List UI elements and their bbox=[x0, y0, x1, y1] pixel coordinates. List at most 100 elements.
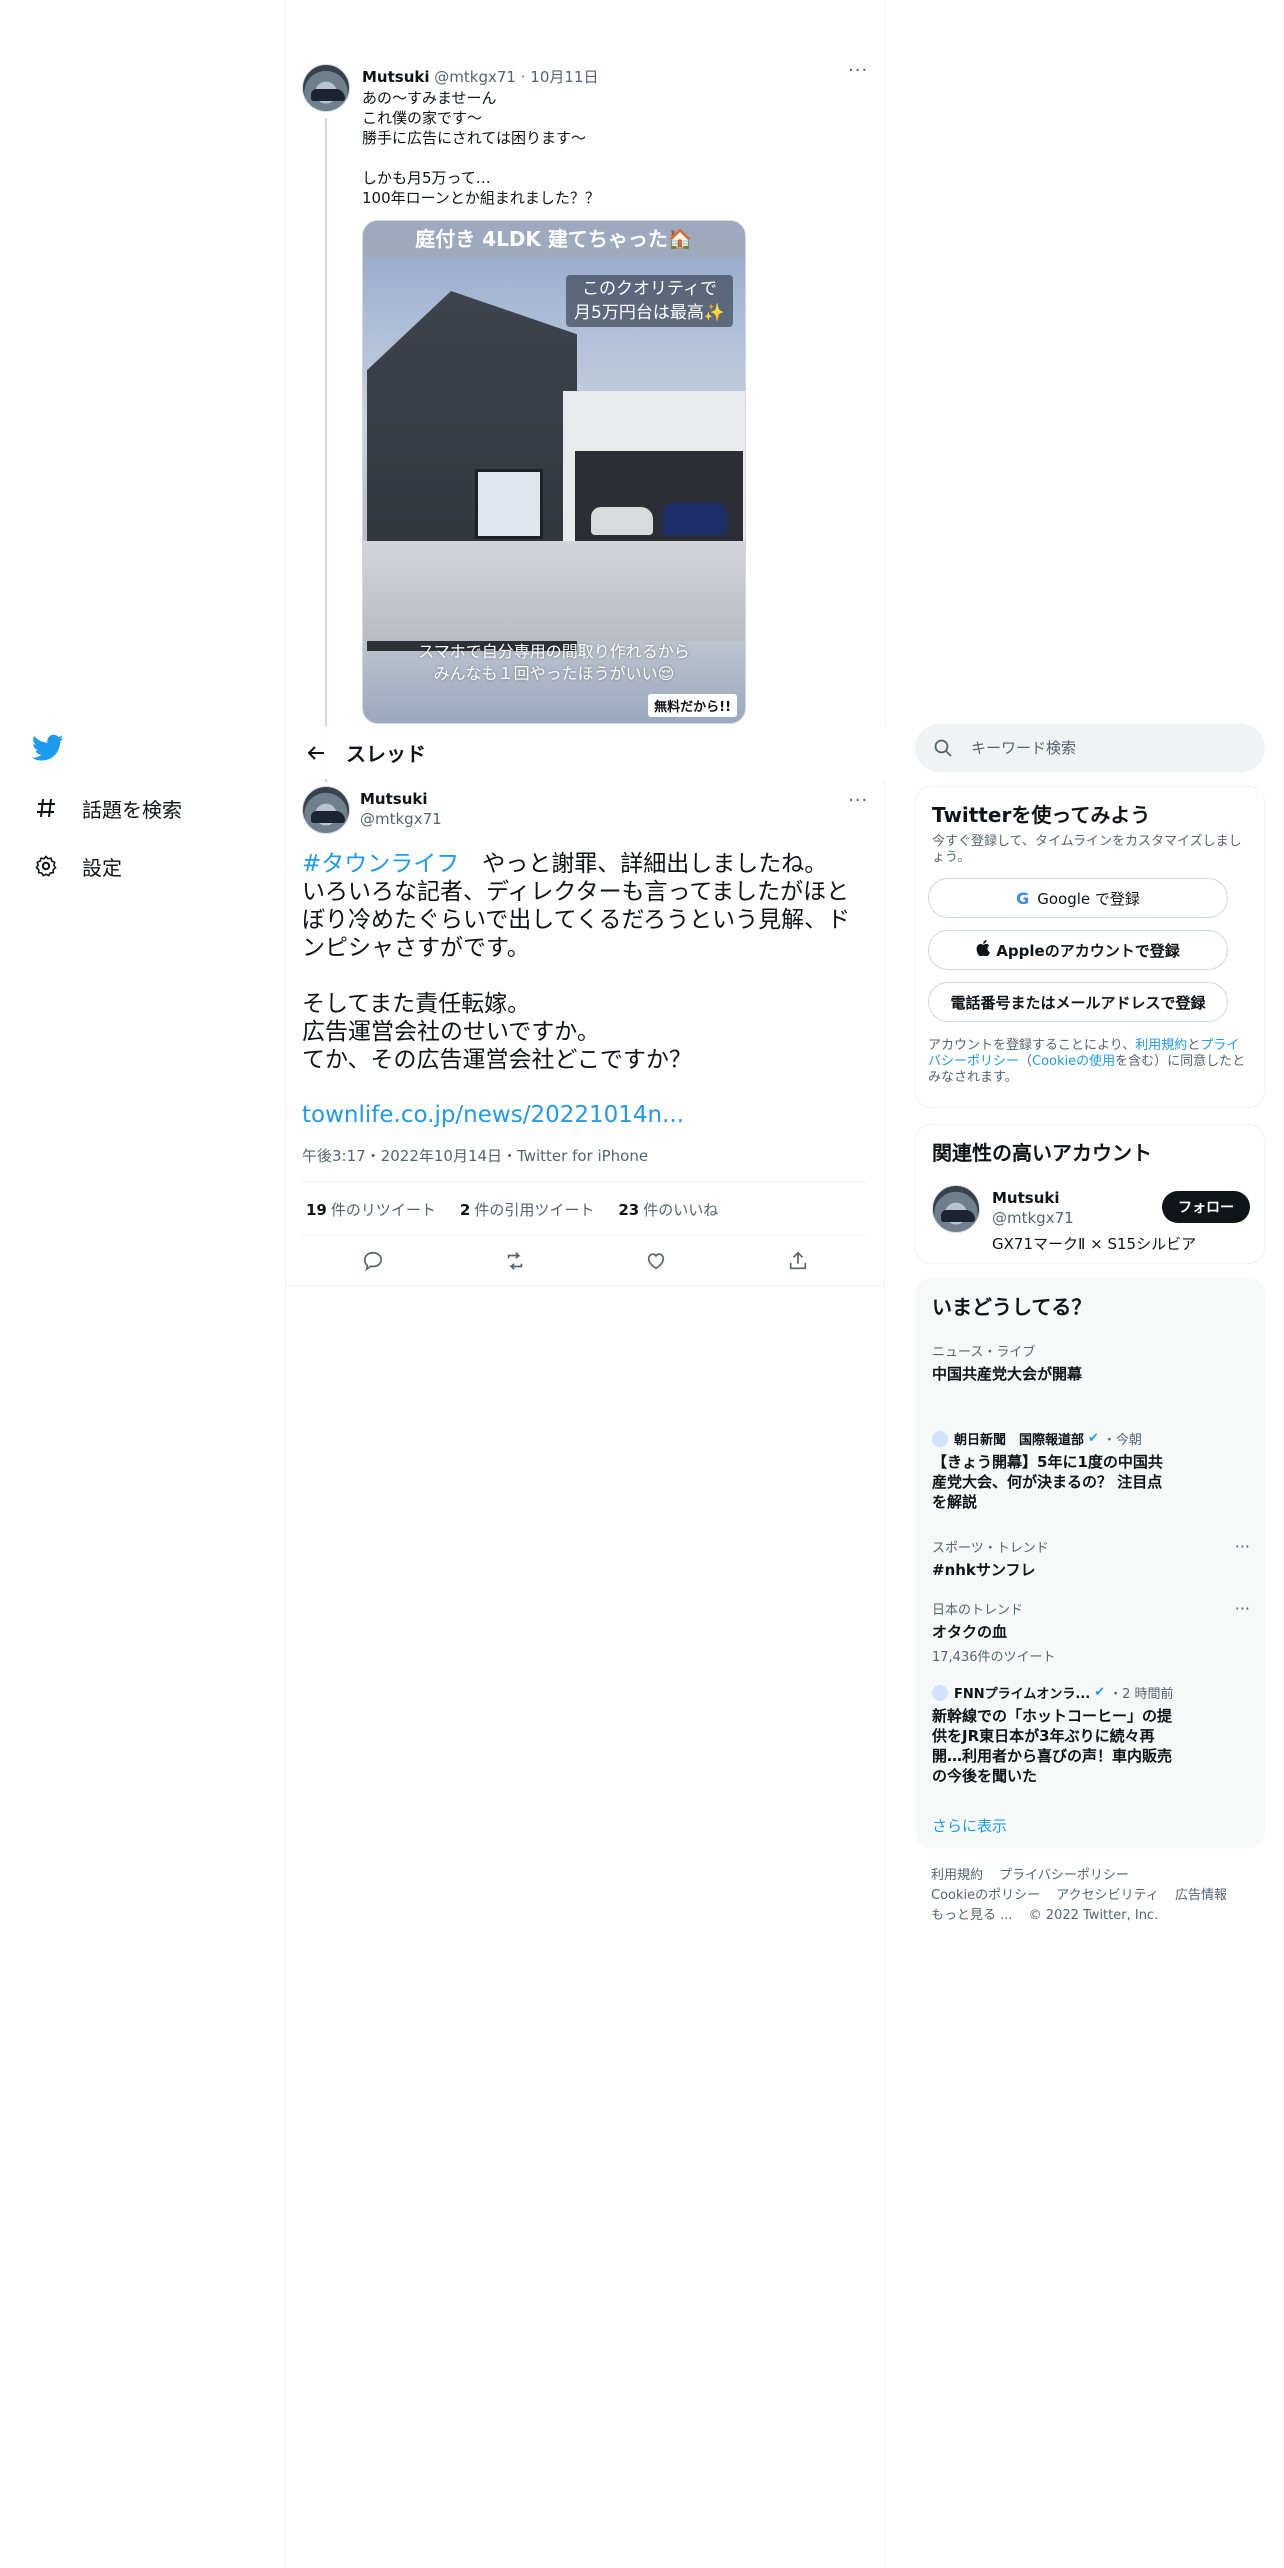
share-icon[interactable] bbox=[780, 1243, 816, 1279]
avatar[interactable] bbox=[302, 786, 350, 834]
related-account-handle[interactable]: @mtkgx71 bbox=[992, 1209, 1074, 1227]
signup-card: Twitterを使ってみよう 今すぐ登録して、タイムラインをカスタマイズしましょ… bbox=[915, 786, 1265, 1108]
avatar[interactable] bbox=[302, 64, 350, 112]
more-options-icon[interactable]: ··· bbox=[848, 60, 868, 81]
trend-more-icon[interactable]: ··· bbox=[1235, 1599, 1250, 1618]
like-icon[interactable] bbox=[638, 1243, 674, 1279]
author-name[interactable]: Mutsuki bbox=[362, 68, 430, 86]
search-input[interactable] bbox=[971, 739, 1231, 757]
avatar[interactable] bbox=[932, 1185, 980, 1233]
author-handle[interactable]: @mtkgx71 bbox=[434, 68, 516, 86]
related-accounts-card: 関連性の高いアカウント Mutsuki @mtkgx71 GX71マークⅡ × … bbox=[915, 1124, 1265, 1264]
tweet-body: やっと謝罪、詳細出しましたね。 いろいろな記者、ディレクターも言ってましたがほと… bbox=[302, 851, 851, 1073]
author-handle[interactable]: @mtkgx71 bbox=[360, 810, 442, 828]
trend-title: 中国共産党大会が開幕 bbox=[932, 1365, 1083, 1383]
trend-tweet-count: 17,436件のツイート bbox=[932, 1650, 1056, 1665]
reply-icon[interactable] bbox=[355, 1243, 391, 1279]
trend-context: 日本のトレンド bbox=[932, 1603, 1024, 1618]
cookie-link[interactable]: Cookieの使用 bbox=[1032, 1054, 1115, 1069]
image-badge: 無料だから!! bbox=[648, 694, 737, 717]
tweet-image[interactable]: 庭付き 4LDK 建てちゃった🏠 このクオリティで 月5万円台は最高✨ スマホで… bbox=[362, 220, 746, 724]
phone-email-signup-button[interactable]: 電話番号またはメールアドレスで登録 bbox=[928, 982, 1228, 1022]
news-source-logo-icon bbox=[932, 1684, 948, 1701]
trend-title: #nhkサンフレ bbox=[932, 1561, 1036, 1579]
nav-explore-label: 話題を検索 bbox=[82, 797, 182, 822]
related-account-bio: GX71マークⅡ × S15シルビア bbox=[992, 1235, 1197, 1253]
show-more-link[interactable]: さらに表示 bbox=[932, 1815, 1007, 1836]
thread-header: スレッド bbox=[286, 726, 885, 779]
car-silver bbox=[591, 507, 653, 535]
back-arrow-icon[interactable] bbox=[288, 726, 344, 779]
follow-button[interactable]: フォロー bbox=[1162, 1191, 1250, 1223]
sidebar-footer: 利用規約 プライバシーポリシー Cookieのポリシー アクセシビリティ 広告情… bbox=[931, 1866, 1261, 1926]
thread-connector-line bbox=[325, 118, 327, 782]
hashtag-link[interactable]: #タウンライフ bbox=[302, 851, 459, 877]
news-source-name: FNNプライムオンラ... bbox=[954, 1687, 1091, 1702]
tweet-date[interactable]: 10月11日 bbox=[530, 68, 598, 86]
garage-interior bbox=[575, 451, 743, 551]
news-source: FNNプライムオンラ... ✔ ・2 時間前 bbox=[932, 1683, 1250, 1702]
related-account-row[interactable]: Mutsuki @mtkgx71 GX71マークⅡ × S15シルビア フォロー bbox=[932, 1185, 1250, 1255]
related-title: 関連性の高いアカウント bbox=[932, 1141, 1152, 1165]
search-icon bbox=[933, 738, 953, 758]
driveway bbox=[363, 541, 745, 641]
footer-more-link[interactable]: もっと見る ... bbox=[931, 1908, 1013, 1923]
page-title: スレッド bbox=[346, 742, 426, 766]
trend-item[interactable]: 日本のトレンド オタクの血 17,436件のツイート ··· bbox=[932, 1599, 1250, 1665]
verified-badge-icon: ✔ bbox=[1088, 1431, 1099, 1446]
image-caption-top: このクオリティで 月5万円台は最高✨ bbox=[566, 275, 733, 327]
tweet-text: あの〜すみませーん これ僕の家です〜 勝手に広告にされては困ります〜 しかも月5… bbox=[362, 89, 600, 207]
main-column: Mutsuki @mtkgx71 · 10月11日 ··· あの〜すみませーん … bbox=[286, 0, 885, 2568]
verified-badge-icon: ✔ bbox=[1094, 1685, 1106, 1700]
nav-settings[interactable]: 設定 bbox=[32, 846, 122, 886]
search-bar[interactable] bbox=[915, 724, 1265, 772]
retweet-count[interactable]: 19 件のリツイート bbox=[306, 1199, 436, 1220]
retweet-icon[interactable] bbox=[497, 1243, 533, 1279]
external-link[interactable]: townlife.co.jp/news/20221014n... bbox=[302, 1102, 684, 1128]
copyright: © 2022 Twitter, Inc. bbox=[1028, 1908, 1159, 1923]
apple-signup-button[interactable]: Appleのアカウントで登録 bbox=[928, 930, 1228, 970]
related-account-name[interactable]: Mutsuki bbox=[992, 1189, 1060, 1207]
tweet-actions bbox=[302, 1236, 869, 1286]
footer-link-privacy[interactable]: プライバシーポリシー bbox=[999, 1868, 1129, 1883]
news-item[interactable]: 朝日新聞 国際報道部 ✔ ・今朝 【きょう開幕】5年に1度の中国共産党大会、何が… bbox=[932, 1429, 1250, 1512]
signup-title: Twitterを使ってみよう bbox=[932, 803, 1151, 827]
car-blue bbox=[663, 503, 727, 535]
tweet-timestamp[interactable]: 午後3:17・2022年10月14日・Twitter for iPhone bbox=[302, 1145, 648, 1166]
hashtag-icon bbox=[32, 794, 60, 822]
footer-link-ads[interactable]: 広告情報 bbox=[1175, 1888, 1227, 1903]
like-count[interactable]: 23 件のいいね bbox=[618, 1199, 718, 1220]
footer-link-terms[interactable]: 利用規約 bbox=[931, 1868, 983, 1883]
footer-link-cookies[interactable]: Cookieのポリシー bbox=[931, 1888, 1040, 1903]
news-time: ・今朝 bbox=[1102, 1433, 1142, 1448]
tweet-text: #タウンライフ やっと謝罪、詳細出しましたね。 いろいろな記者、ディレクターも言… bbox=[302, 850, 869, 1074]
nav-settings-label: 設定 bbox=[82, 855, 122, 880]
image-caption-bottom: スマホで自分専用の間取り作れるから みんなも１回やったほうがいい😌 bbox=[418, 642, 690, 683]
trends-card: いまどうしてる？ ニュース・ライブ 中国共産党大会が開幕 朝日新聞 国際報道部 … bbox=[915, 1278, 1265, 1848]
news-source-name: 朝日新聞 国際報道部 bbox=[954, 1433, 1085, 1448]
trend-context: スポーツ・トレンド bbox=[932, 1541, 1049, 1556]
window-shape bbox=[475, 469, 543, 539]
twitter-logo-icon[interactable] bbox=[31, 734, 64, 762]
trend-more-icon[interactable]: ··· bbox=[1235, 1537, 1250, 1556]
news-item[interactable]: FNNプライムオンラ... ✔ ・2 時間前 新幹線での「ホットコーヒー」の提供… bbox=[932, 1683, 1250, 1786]
tweet-stats: 19 件のリツイート 2 件の引用ツイート 23 件のいいね bbox=[302, 1182, 869, 1236]
terms-link[interactable]: 利用規約 bbox=[1135, 1038, 1187, 1053]
nav-explore[interactable]: 話題を検索 bbox=[32, 788, 182, 828]
trend-context: ニュース・ライブ bbox=[932, 1345, 1036, 1360]
apple-icon bbox=[976, 940, 991, 960]
google-signup-button[interactable]: G Google で登録 bbox=[928, 878, 1228, 918]
trend-item[interactable]: スポーツ・トレンド #nhkサンフレ ··· bbox=[932, 1537, 1250, 1580]
gear-icon bbox=[32, 852, 60, 880]
quote-count[interactable]: 2 件の引用ツイート bbox=[460, 1199, 594, 1220]
news-time: ・2 時間前 bbox=[1109, 1687, 1174, 1702]
left-navigation: 話題を検索 設定 bbox=[0, 0, 286, 2568]
trend-title: オタクの血 bbox=[932, 1623, 1008, 1641]
author-name[interactable]: Mutsuki bbox=[360, 790, 428, 808]
footer-link-accessibility[interactable]: アクセシビリティ bbox=[1056, 1888, 1159, 1903]
divider bbox=[286, 1286, 885, 1287]
more-options-icon[interactable]: ··· bbox=[848, 790, 868, 811]
news-title: 新幹線での「ホットコーヒー」の提供をJR東日本が3年ぶりに続々再開…利用者から喜… bbox=[932, 1707, 1173, 1785]
trend-item[interactable]: ニュース・ライブ 中国共産党大会が開幕 bbox=[932, 1341, 1250, 1384]
signup-subtitle: 今すぐ登録して、タイムラインをカスタマイズしましょう。 bbox=[932, 834, 1242, 865]
